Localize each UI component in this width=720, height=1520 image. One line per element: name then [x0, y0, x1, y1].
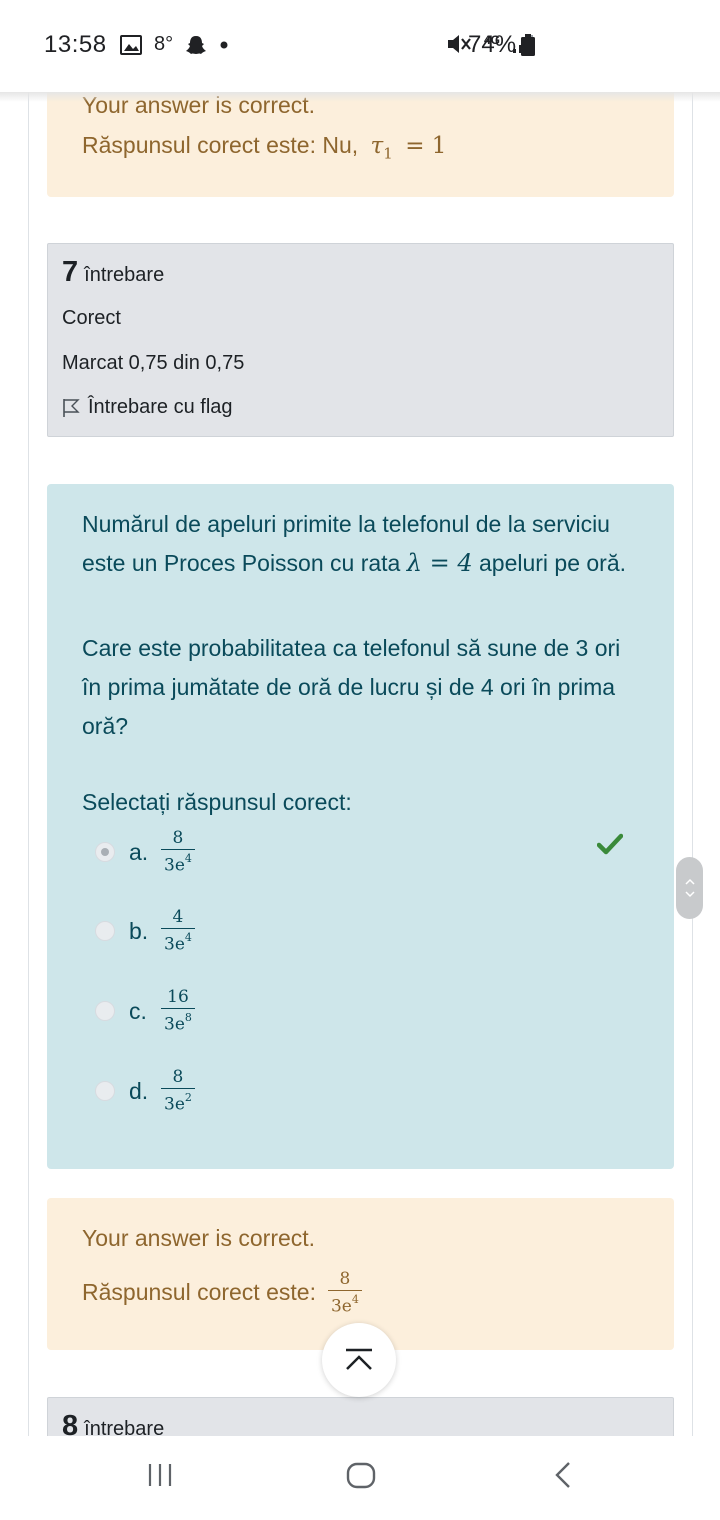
chevron-up-icon: [684, 878, 695, 885]
answer-prompt: Selectați răspunsul corect:: [82, 789, 352, 815]
arrow-up-to-top-icon: [346, 1348, 372, 1370]
question-number: 7 întrebare: [62, 256, 165, 288]
answer-option-a[interactable]: a. 8 3e4: [95, 822, 195, 882]
question-text-2: Care este probabilitatea ca telefonul să…: [82, 635, 621, 739]
flag-question-button[interactable]: Întrebare cu flag: [62, 396, 233, 419]
snapchat-icon: [186, 35, 207, 54]
flag-outline-icon: [63, 398, 80, 417]
answer-fraction-a: 8 3e4: [161, 827, 195, 877]
prev-right-answer: Răspunsul corect este: Nu, τ1 = 1: [82, 132, 447, 163]
flag-label: Întrebare cu flag: [88, 396, 233, 418]
scroll-to-top-button[interactable]: [322, 1323, 396, 1397]
answer-radio-d[interactable]: [95, 1081, 115, 1101]
check-icon: [597, 833, 623, 855]
home-icon[interactable]: [345, 1460, 377, 1490]
right-answer: Răspunsul corect este: 8 3e4: [82, 1268, 362, 1318]
question-state: Corect: [62, 307, 121, 329]
answer-fraction-b: 4 3e4: [161, 906, 195, 956]
answer-option-b[interactable]: b. 4 3e4: [95, 901, 195, 961]
weather-temperature: 8°: [154, 33, 174, 55]
answer-radio-c[interactable]: [95, 1001, 115, 1021]
answer-option-c[interactable]: c. 16 3e8: [95, 981, 195, 1041]
answer-radio-b[interactable]: [95, 921, 115, 941]
right-answer-fraction: 8 3e4: [327, 1268, 362, 1318]
answer-fraction-c: 16 3e8: [161, 986, 195, 1036]
question-text-1: Numărul de apeluri primite la telefonul …: [82, 511, 627, 577]
answer-option-d[interactable]: d. 8 3e2: [95, 1061, 195, 1121]
navigation-bar: [0, 1436, 720, 1520]
gallery-icon: [120, 34, 142, 55]
recent-apps-icon[interactable]: [145, 1460, 175, 1490]
question-grade: Marcat 0,75 din 0,75: [62, 352, 245, 374]
answer-fraction-d: 8 3e2: [161, 1066, 195, 1116]
battery-percent: 74%: [468, 31, 517, 58]
question-formulation: Numărul de apeluri primite la telefonul …: [47, 484, 674, 1169]
back-icon[interactable]: [550, 1460, 576, 1490]
page-scroll-handle[interactable]: [676, 857, 703, 919]
status-bar: 13:58 8° 4G 74%: [0, 0, 720, 92]
question-info: 7 întrebare Corect Marcat 0,75 din 0,75 Î…: [47, 243, 674, 437]
answer-radio-a[interactable]: [95, 842, 115, 862]
chevron-down-icon: [684, 891, 695, 898]
battery-icon: [521, 34, 535, 56]
status-time: 13:58: [44, 31, 107, 58]
notification-dot-icon: [220, 41, 228, 48]
answer-feedback: Your answer is correct.: [82, 1225, 316, 1251]
